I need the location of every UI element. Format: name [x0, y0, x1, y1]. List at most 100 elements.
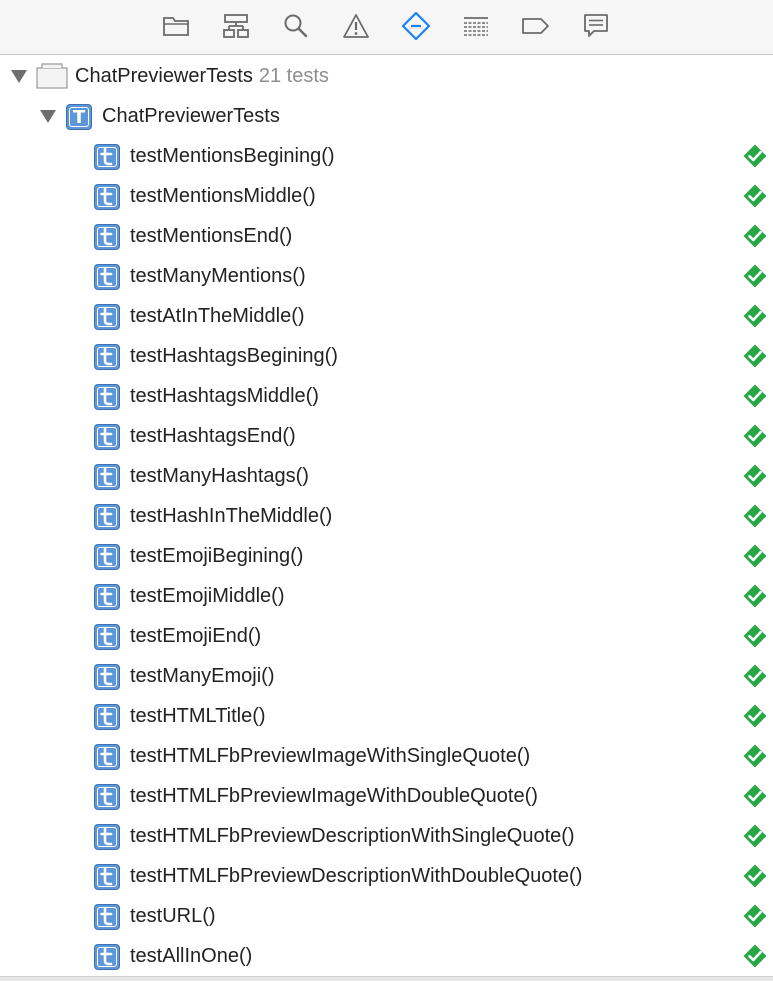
test-method-icon: [94, 184, 120, 210]
test-navigator-icon[interactable]: [400, 10, 432, 42]
test-row[interactable]: testMentionsEnd(): [0, 216, 773, 256]
test-method-icon: [94, 944, 120, 970]
test-label: testEmojiEnd(): [130, 625, 262, 647]
test-row[interactable]: testHTMLFbPreviewImageWithDoubleQuote(): [0, 776, 773, 816]
test-passed-icon[interactable]: [743, 624, 767, 648]
folder-icon[interactable]: [160, 10, 192, 42]
project-row[interactable]: ChatPreviewerTests 21 tests: [0, 56, 773, 96]
test-row[interactable]: testEmojiEnd(): [0, 616, 773, 656]
test-row[interactable]: testURL(): [0, 896, 773, 936]
test-row[interactable]: testHashtagsEnd(): [0, 416, 773, 456]
test-row[interactable]: testManyMentions(): [0, 256, 773, 296]
test-label: testEmojiBegining(): [130, 545, 304, 567]
test-passed-icon[interactable]: [743, 184, 767, 208]
test-method-icon: [94, 544, 120, 570]
test-label: testHTMLFbPreviewImageWithSingleQuote(): [130, 745, 531, 767]
test-method-icon: [94, 384, 120, 410]
test-label: testHashInTheMiddle(): [130, 505, 333, 527]
test-method-icon: [94, 584, 120, 610]
test-row[interactable]: testManyEmoji(): [0, 656, 773, 696]
search-icon[interactable]: [280, 10, 312, 42]
hierarchy-icon[interactable]: [220, 10, 252, 42]
test-label: testMentionsEnd(): [130, 225, 293, 247]
test-passed-icon[interactable]: [743, 544, 767, 568]
test-label: testHTMLTitle(): [130, 705, 266, 727]
target-row[interactable]: T ChatPreviewerTests: [0, 96, 773, 136]
test-label: testHashtagsMiddle(): [130, 385, 319, 407]
test-label: testMentionsBegining(): [130, 145, 335, 167]
test-row[interactable]: testHTMLFbPreviewImageWithSingleQuote(): [0, 736, 773, 776]
test-passed-icon[interactable]: [743, 504, 767, 528]
test-passed-icon[interactable]: [743, 904, 767, 928]
test-passed-icon[interactable]: [743, 424, 767, 448]
bottom-scroll-edge: [0, 976, 773, 981]
test-passed-icon[interactable]: [743, 744, 767, 768]
test-label: testURL(): [130, 905, 216, 927]
test-method-icon: [94, 224, 120, 250]
disclosure-triangle-icon[interactable]: [11, 70, 27, 83]
test-passed-icon[interactable]: [743, 584, 767, 608]
test-row[interactable]: testMentionsBegining(): [0, 136, 773, 176]
test-row[interactable]: testHashInTheMiddle(): [0, 496, 773, 536]
test-passed-icon[interactable]: [743, 264, 767, 288]
test-navigator-tree: ChatPreviewerTests 21 tests T ChatPreview…: [0, 56, 773, 976]
project-label: ChatPreviewerTests 21 tests: [75, 64, 329, 88]
test-passed-icon[interactable]: [743, 664, 767, 688]
disclosure-triangle-icon[interactable]: [40, 110, 56, 123]
test-method-icon: [94, 264, 120, 290]
test-passed-icon[interactable]: [743, 824, 767, 848]
test-passed-icon[interactable]: [743, 944, 767, 968]
target-icon: T: [66, 104, 92, 130]
test-label: testManyHashtags(): [130, 465, 309, 487]
test-passed-icon[interactable]: [743, 384, 767, 408]
test-method-icon: [94, 704, 120, 730]
test-row[interactable]: testEmojiBegining(): [0, 536, 773, 576]
test-passed-icon[interactable]: [743, 464, 767, 488]
test-row[interactable]: testHTMLTitle(): [0, 696, 773, 736]
test-method-icon: [94, 304, 120, 330]
test-method-icon: [94, 784, 120, 810]
target-label: ChatPreviewerTests: [102, 105, 280, 127]
test-label: testHTMLFbPreviewImageWithDoubleQuote(): [130, 785, 538, 807]
project-icon: [36, 63, 68, 89]
test-method-icon: [94, 344, 120, 370]
project-name: ChatPreviewerTests: [75, 65, 253, 87]
breakpoint-icon[interactable]: [520, 10, 552, 42]
test-method-icon: [94, 424, 120, 450]
test-label: testHashtagsBegining(): [130, 345, 338, 367]
test-label: testMentionsMiddle(): [130, 185, 316, 207]
test-passed-icon[interactable]: [743, 864, 767, 888]
test-label: testHTMLFbPreviewDescriptionWithDoubleQu…: [130, 865, 583, 887]
test-method-icon: [94, 664, 120, 690]
test-passed-icon[interactable]: [743, 344, 767, 368]
test-row[interactable]: testEmojiMiddle(): [0, 576, 773, 616]
test-method-icon: [94, 904, 120, 930]
test-method-icon: [94, 864, 120, 890]
report-icon[interactable]: [580, 10, 612, 42]
test-row[interactable]: testHashtagsBegining(): [0, 336, 773, 376]
test-label: testManyEmoji(): [130, 665, 275, 687]
test-row[interactable]: testManyHashtags(): [0, 456, 773, 496]
test-method-icon: [94, 744, 120, 770]
test-passed-icon[interactable]: [743, 304, 767, 328]
test-method-icon: [94, 504, 120, 530]
test-passed-icon[interactable]: [743, 784, 767, 808]
test-row[interactable]: testHTMLFbPreviewDescriptionWithDoubleQu…: [0, 856, 773, 896]
test-label: testHTMLFbPreviewDescriptionWithSingleQu…: [130, 825, 575, 847]
test-passed-icon[interactable]: [743, 144, 767, 168]
test-method-icon: [94, 824, 120, 850]
navigator-toolbar: [0, 0, 773, 55]
test-row[interactable]: testAllInOne(): [0, 936, 773, 976]
test-row[interactable]: testAtInTheMiddle(): [0, 296, 773, 336]
test-row[interactable]: testHTMLFbPreviewDescriptionWithSingleQu…: [0, 816, 773, 856]
test-passed-icon[interactable]: [743, 224, 767, 248]
test-label: testEmojiMiddle(): [130, 585, 285, 607]
test-row[interactable]: testHashtagsMiddle(): [0, 376, 773, 416]
test-row[interactable]: testMentionsMiddle(): [0, 176, 773, 216]
test-label: testAtInTheMiddle(): [130, 305, 305, 327]
test-method-icon: [94, 144, 120, 170]
test-label: testManyMentions(): [130, 265, 306, 287]
test-passed-icon[interactable]: [743, 704, 767, 728]
warning-icon[interactable]: [340, 10, 372, 42]
debug-icon[interactable]: [460, 10, 492, 42]
